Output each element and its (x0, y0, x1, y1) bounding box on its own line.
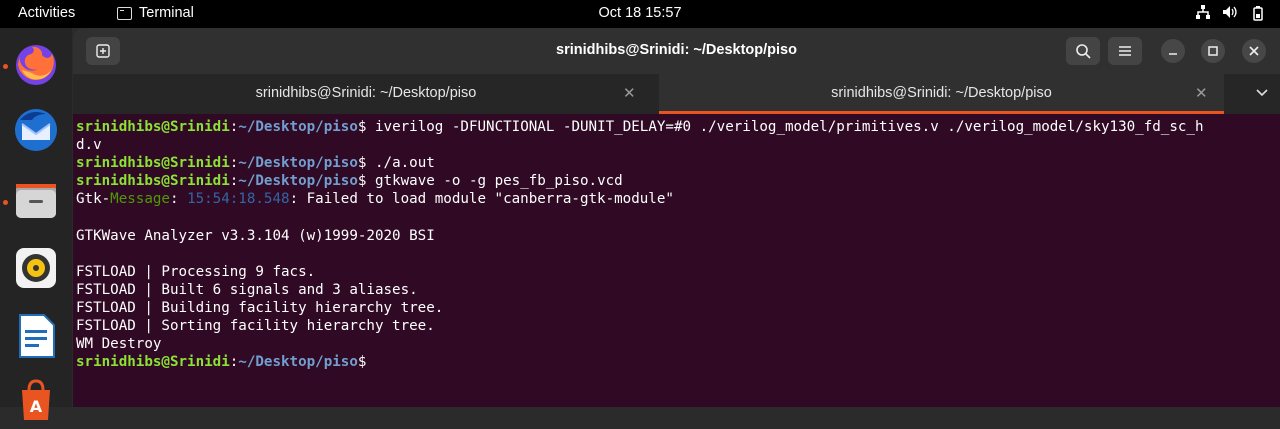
maximize-icon (1208, 46, 1218, 56)
files-icon[interactable] (12, 176, 60, 224)
close-button[interactable] (1242, 39, 1266, 63)
prompt-user: srinidhibs@Srinidi (76, 155, 230, 172)
battery-icon (1250, 5, 1266, 24)
terminal-output[interactable]: srinidhibs@Srinidi:~/Desktop/piso$ iveri… (76, 118, 1276, 371)
prompt-path: ~/Desktop/piso (238, 354, 358, 371)
terminal-window: srinidhibs@Srinidi: ~/Desktop/piso srini… (73, 28, 1280, 407)
minimize-icon (1169, 53, 1177, 55)
running-indicator (3, 64, 8, 69)
thunderbird-icon[interactable] (12, 106, 60, 154)
system-tray[interactable] (1196, 5, 1266, 24)
firefox-icon[interactable] (12, 40, 60, 88)
tab-2[interactable]: srinidhibs@Srinidi: ~/Desktop/piso ✕ (659, 74, 1224, 114)
gtk-colon: : (169, 191, 188, 208)
output-line: FSTLOAD | Built 6 signals and 3 aliases. (76, 281, 418, 298)
tab-close-icon[interactable]: ✕ (1195, 84, 1208, 102)
command-line: iverilog -DFUNCTIONAL -DUNIT_DELAY=#0 ./… (374, 119, 1204, 135)
prompt-user: srinidhibs@Srinidi (76, 354, 230, 371)
network-icon (1196, 5, 1210, 24)
libreoffice-writer-icon[interactable] (12, 312, 60, 360)
output-line: FSTLOAD | Building facility hierarchy tr… (76, 299, 444, 316)
close-icon (1249, 46, 1259, 56)
gtk-prefix: Gtk- (76, 191, 111, 208)
rhythmbox-icon[interactable] (12, 244, 60, 292)
prompt-path: ~/Desktop/piso (238, 155, 358, 172)
command-line: gtkwave -o -g pes_fb_piso.vcd (374, 173, 623, 190)
prompt-path: ~/Desktop/piso (238, 119, 358, 135)
prompt-user: srinidhibs@Srinidi (76, 119, 230, 135)
output-line: FSTLOAD | Processing 9 facs. (76, 263, 316, 280)
search-button[interactable] (1066, 37, 1100, 65)
prompt-path: ~/Desktop/piso (238, 173, 358, 190)
tab-bar: srinidhibs@Srinidi: ~/Desktop/piso ✕ sri… (73, 74, 1280, 114)
tab-close-icon[interactable]: ✕ (623, 84, 636, 102)
hamburger-icon (1119, 46, 1131, 56)
command-line-wrap: d.v (76, 137, 102, 154)
tabs-dropdown-button[interactable] (1256, 83, 1268, 100)
command-line: ./a.out (374, 155, 435, 172)
gtk-message-text: : Failed to load module "canberra-gtk-mo… (289, 191, 674, 208)
minimize-button[interactable] (1161, 39, 1185, 63)
header-bar: srinidhibs@Srinidi: ~/Desktop/piso (73, 28, 1280, 74)
app-center-icon[interactable]: A (12, 376, 60, 424)
running-indicator (3, 200, 8, 205)
tab-label: srinidhibs@Srinidi: ~/Desktop/piso (255, 85, 477, 101)
chevron-down-icon (1256, 89, 1268, 97)
output-line: FSTLOAD | Sorting facility hierarchy tre… (76, 318, 435, 335)
dock: A (0, 28, 72, 420)
output-line: GTKWave Analyzer v3.3.104 (w)1999-2020 B… (76, 227, 435, 244)
search-icon (1076, 44, 1091, 59)
tab-1[interactable]: srinidhibs@Srinidi: ~/Desktop/piso ✕ (73, 74, 659, 114)
maximize-button[interactable] (1201, 39, 1225, 63)
gtk-message-label: Message (110, 191, 170, 208)
top-bar: Activities Terminal Oct 18 15:57 (0, 0, 1280, 28)
tab-label: srinidhibs@Srinidi: ~/Desktop/piso (831, 85, 1052, 101)
menu-button[interactable] (1108, 37, 1142, 65)
prompt-user: srinidhibs@Srinidi (76, 173, 230, 190)
clock[interactable]: Oct 18 15:57 (0, 5, 1280, 21)
volume-icon (1222, 5, 1238, 24)
gtk-timestamp: 15:54:18.548 (187, 191, 290, 208)
output-line: WM Destroy (76, 336, 162, 353)
